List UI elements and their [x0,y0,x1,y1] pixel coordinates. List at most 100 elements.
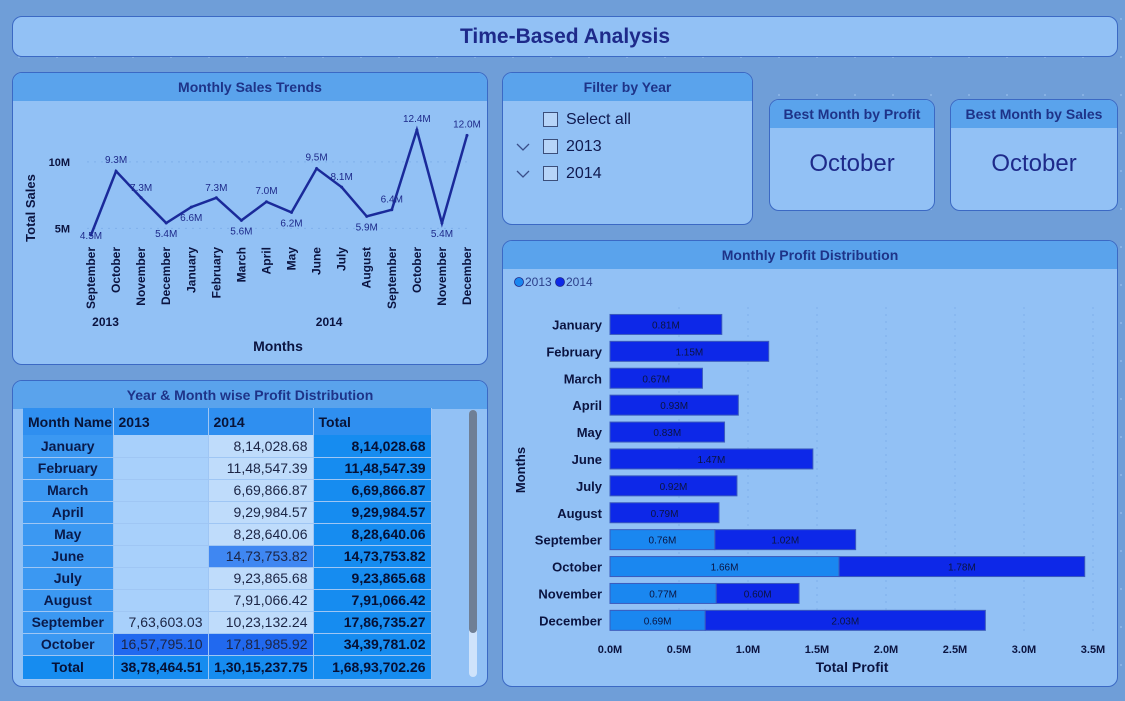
value-2014-cell: 8,14,028.68 [208,435,314,458]
filter-item-select-all[interactable]: Select all [503,106,752,133]
value-2014-cell: 8,28,640.06 [208,523,314,546]
monthly-profit-chart: 2013 2014 0.0M 0.5M 1.0M 1.5M 2.0M 2.5M 3.0M 3.5M… [513,275,1105,675]
checkbox-2014[interactable] [543,166,558,181]
y-tick-label: March [564,371,602,386]
y-tick-label: July [576,479,603,494]
y-tick-label: 10M [49,157,70,169]
table-row[interactable]: July 9,23,865.68 9,23,865.68 [23,567,432,590]
table-row[interactable]: February 11,48,547.39 11,48,547.39 [23,457,432,480]
x-tick-label: October [109,247,123,293]
table-row[interactable]: October 16,57,795.10 17,81,985.92 34,39,781… [23,633,432,656]
kpi-profit-value: October [809,150,895,177]
total-2014-cell: 1,30,15,237.75 [208,655,314,680]
column-header[interactable]: Month Name [23,408,114,435]
table-row[interactable]: March 6,69,866.87 6,69,866.87 [23,479,432,502]
data-label: 6.4M [381,195,403,206]
value-2014-cell: 9,23,865.68 [208,567,314,590]
bar-label: 1.15M [675,347,703,358]
chevron-down-icon[interactable] [503,166,543,182]
total-cell: 9,29,984.57 [313,501,432,524]
column-header[interactable]: Total [313,408,432,435]
column-header[interactable]: 2014 [208,408,314,435]
table-row[interactable]: May 8,28,640.06 8,28,640.06 [23,523,432,546]
data-label: 7.3M [130,183,152,194]
filter-by-year-panel: Filter by Year Select all 2013 2014 [502,72,753,225]
month-name-cell: June [23,545,114,568]
value-2014-cell: 14,73,753.82 [208,545,314,568]
checkbox-2013[interactable] [543,139,558,154]
total-2013-cell: 38,78,464.51 [113,655,209,680]
x-tick-label: November [435,247,449,306]
table-row[interactable]: April 9,29,984.57 9,29,984.57 [23,501,432,524]
y-tick-label: January [552,317,603,332]
total-cell: 9,23,865.68 [313,567,432,590]
y-tick-label: September [535,533,602,548]
data-point [164,221,168,225]
month-name-cell: August [23,589,114,612]
value-2013-cell: 7,63,603.03 [113,611,209,634]
data-point [315,167,319,171]
total-cell: 11,48,547.39 [313,457,432,480]
legend-label: 2014 [566,275,593,289]
month-name-cell: March [23,479,114,502]
column-header[interactable]: 2013 [113,408,209,435]
y-tick-label: February [546,344,602,359]
data-label: 5.4M [431,229,453,240]
chevron-down-icon[interactable] [503,139,543,155]
table-row[interactable]: August 7,91,066.42 7,91,066.42 [23,589,432,612]
value-2014-cell: 6,69,866.87 [208,479,314,502]
bar-label: 2.03M [831,616,859,627]
data-label: 5.9M [356,222,378,233]
scrollbar-thumb[interactable] [469,410,477,633]
data-label: 9.3M [105,155,127,166]
y-tick-label: October [552,560,602,575]
data-point [264,200,268,204]
bar-label: 0.60M [744,589,772,600]
month-name-cell: April [23,501,114,524]
table-row[interactable]: September 7,63,603.03 10,23,132.24 17,86,73… [23,611,432,634]
value-2014-cell: 7,91,066.42 [208,589,314,612]
table-scrollbar[interactable] [469,410,477,677]
table-row[interactable]: January 8,14,028.68 8,14,028.68 [23,435,432,458]
total-cell: 7,91,066.42 [313,589,432,612]
data-label: 7.3M [205,183,227,194]
bar-label: 0.77M [649,589,677,600]
month-name-cell: July [23,567,114,590]
grand-total-cell: 1,68,93,702.26 [313,655,432,680]
value-2014-cell: 17,81,985.92 [208,633,314,656]
data-point [340,185,344,189]
value-2013-cell [113,589,209,612]
filter-label-2014: 2014 [566,164,602,182]
bar-label: 0.67M [642,374,670,385]
x-tick-label: January [184,247,198,293]
month-name-cell: February [23,457,114,480]
x-tick-label: March [234,247,248,282]
total-cell: 17,86,735.27 [313,611,432,634]
bar-label: 1.47M [698,455,726,466]
legend-marker-2014 [555,277,565,287]
table-row[interactable]: June 14,73,753.82 14,73,753.82 [23,545,432,568]
profit-table-panel: Year & Month wise Profit Distribution Mo… [12,380,488,687]
y-axis-title: Total Sales [23,174,38,242]
year-group-label: 2014 [316,315,343,329]
checkbox-select-all[interactable] [543,112,558,127]
y-tick-label: April [572,398,602,413]
data-label: 12.4M [403,114,431,125]
data-point [415,128,419,132]
x-tick-label: September [84,247,98,309]
bar-label: 0.83M [653,428,681,439]
table-total-row: Total 38,78,464.51 1,30,15,237.75 1,68,93,7… [23,655,432,680]
x-tick-label: July [335,247,349,271]
best-month-profit-card: Best Month by Profit October [769,99,935,211]
filter-item-2013[interactable]: 2013 [503,133,752,160]
monthly-sales-panel: Monthly Sales Trends Total Sales 5M 10M 4.5… [12,72,488,365]
total-label-cell: Total [23,655,114,680]
legend-marker-2013 [514,277,524,287]
bar-label: 1.02M [771,536,799,547]
y-tick-label: 5M [55,223,70,235]
value-2013-cell [113,479,209,502]
y-tick-label: June [572,452,602,467]
data-label: 5.4M [155,229,177,240]
bar-label: 0.92M [660,482,688,493]
filter-item-2014[interactable]: 2014 [503,160,752,187]
